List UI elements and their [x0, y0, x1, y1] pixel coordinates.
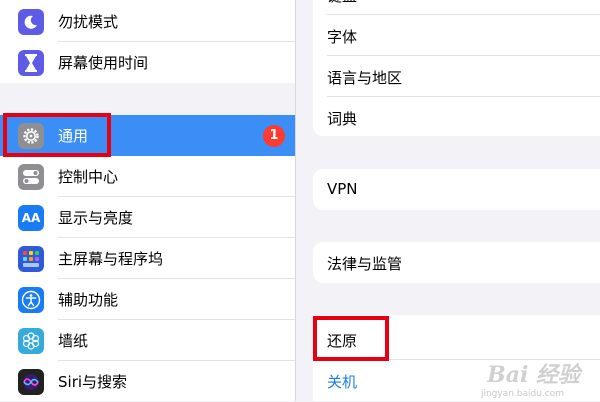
- setting-row-reset[interactable]: 还原: [313, 319, 600, 360]
- baidu-watermark-url: jingyan.baidu.com: [480, 389, 564, 399]
- setting-label: 字体: [327, 28, 358, 46]
- setting-label: 法律与监管: [327, 255, 403, 273]
- sidebar-item-general[interactable]: 通用 1: [0, 115, 295, 156]
- sidebar-group-focus: 勿扰模式 屏幕使用时间: [0, 0, 295, 83]
- sidebar-item-label: 显示与亮度: [58, 209, 134, 227]
- sidebar-item-label: 辅助功能: [58, 291, 119, 309]
- accessibility-icon: [18, 286, 44, 313]
- setting-label: 语言与地区: [327, 69, 403, 87]
- setting-row-fonts[interactable]: 字体: [313, 15, 600, 56]
- setting-row-keyboard[interactable]: 键盘: [313, 0, 600, 15]
- setting-row-vpn[interactable]: VPN: [313, 169, 600, 210]
- sidebar-item-label: 勿扰模式: [58, 13, 119, 31]
- sidebar-item-label: Siri与搜索: [58, 373, 128, 391]
- sidebar-item-display-brightness[interactable]: AA 显示与亮度: [0, 197, 295, 238]
- sidebar-item-siri-search[interactable]: Siri与搜索: [0, 361, 295, 402]
- sidebar-item-wallpaper[interactable]: 墙纸: [0, 320, 295, 361]
- flower-icon: [18, 327, 44, 354]
- setting-label: VPN: [327, 180, 358, 198]
- sidebar-item-control-center[interactable]: 控制中心: [0, 156, 295, 197]
- siri-icon: [18, 368, 44, 395]
- setting-label: 词典: [327, 110, 358, 128]
- sidebar-item-screen-time[interactable]: 屏幕使用时间: [0, 42, 295, 83]
- hourglass-icon: [18, 49, 44, 76]
- shut-down-link: 关机: [327, 373, 358, 391]
- sidebar-item-do-not-disturb[interactable]: 勿扰模式: [0, 1, 295, 42]
- sidebar-item-home-screen-dock[interactable]: 主屏幕与程序坞: [0, 238, 295, 279]
- setting-row-legal-regulatory[interactable]: 法律与监管: [313, 242, 600, 283]
- sidebar-item-label: 通用: [58, 127, 89, 145]
- setting-row-dictionary[interactable]: 词典: [313, 97, 600, 138]
- moon-icon: [18, 8, 44, 35]
- notification-badge: 1: [263, 124, 285, 147]
- text-size-icon: AA: [18, 204, 44, 231]
- sidebar-item-accessibility[interactable]: 辅助功能: [0, 279, 295, 320]
- settings-group-language: 键盘 字体 语言与地区 词典: [313, 0, 600, 136]
- setting-label: 还原: [327, 332, 358, 350]
- setting-row-language-region[interactable]: 语言与地区: [313, 56, 600, 97]
- sidebar-group-general: 通用 1 控制中心 AA 显示与亮度 主屏幕与程序坞 辅助功能 墙纸 Siri与…: [0, 115, 295, 401]
- sidebar-item-label: 控制中心: [58, 168, 119, 186]
- baidu-watermark: Bai 经验: [487, 362, 580, 388]
- sidebar-item-label: 主屏幕与程序坞: [58, 250, 164, 268]
- settings-group-vpn: VPN: [313, 169, 600, 210]
- switches-icon: [18, 163, 44, 190]
- pane-divider: [295, 0, 296, 401]
- home-grid-icon: [18, 245, 44, 272]
- sidebar-item-label: 屏幕使用时间: [58, 54, 149, 72]
- gear-icon: [18, 122, 44, 149]
- settings-group-legal: 法律与监管: [313, 242, 600, 283]
- sidebar-item-label: 墙纸: [58, 332, 89, 350]
- settings-sidebar: 勿扰模式 屏幕使用时间 通用 1 控制中心 AA 显示与亮度 主屏幕与程序坞 辅…: [0, 0, 295, 401]
- setting-label: 键盘: [327, 0, 357, 6]
